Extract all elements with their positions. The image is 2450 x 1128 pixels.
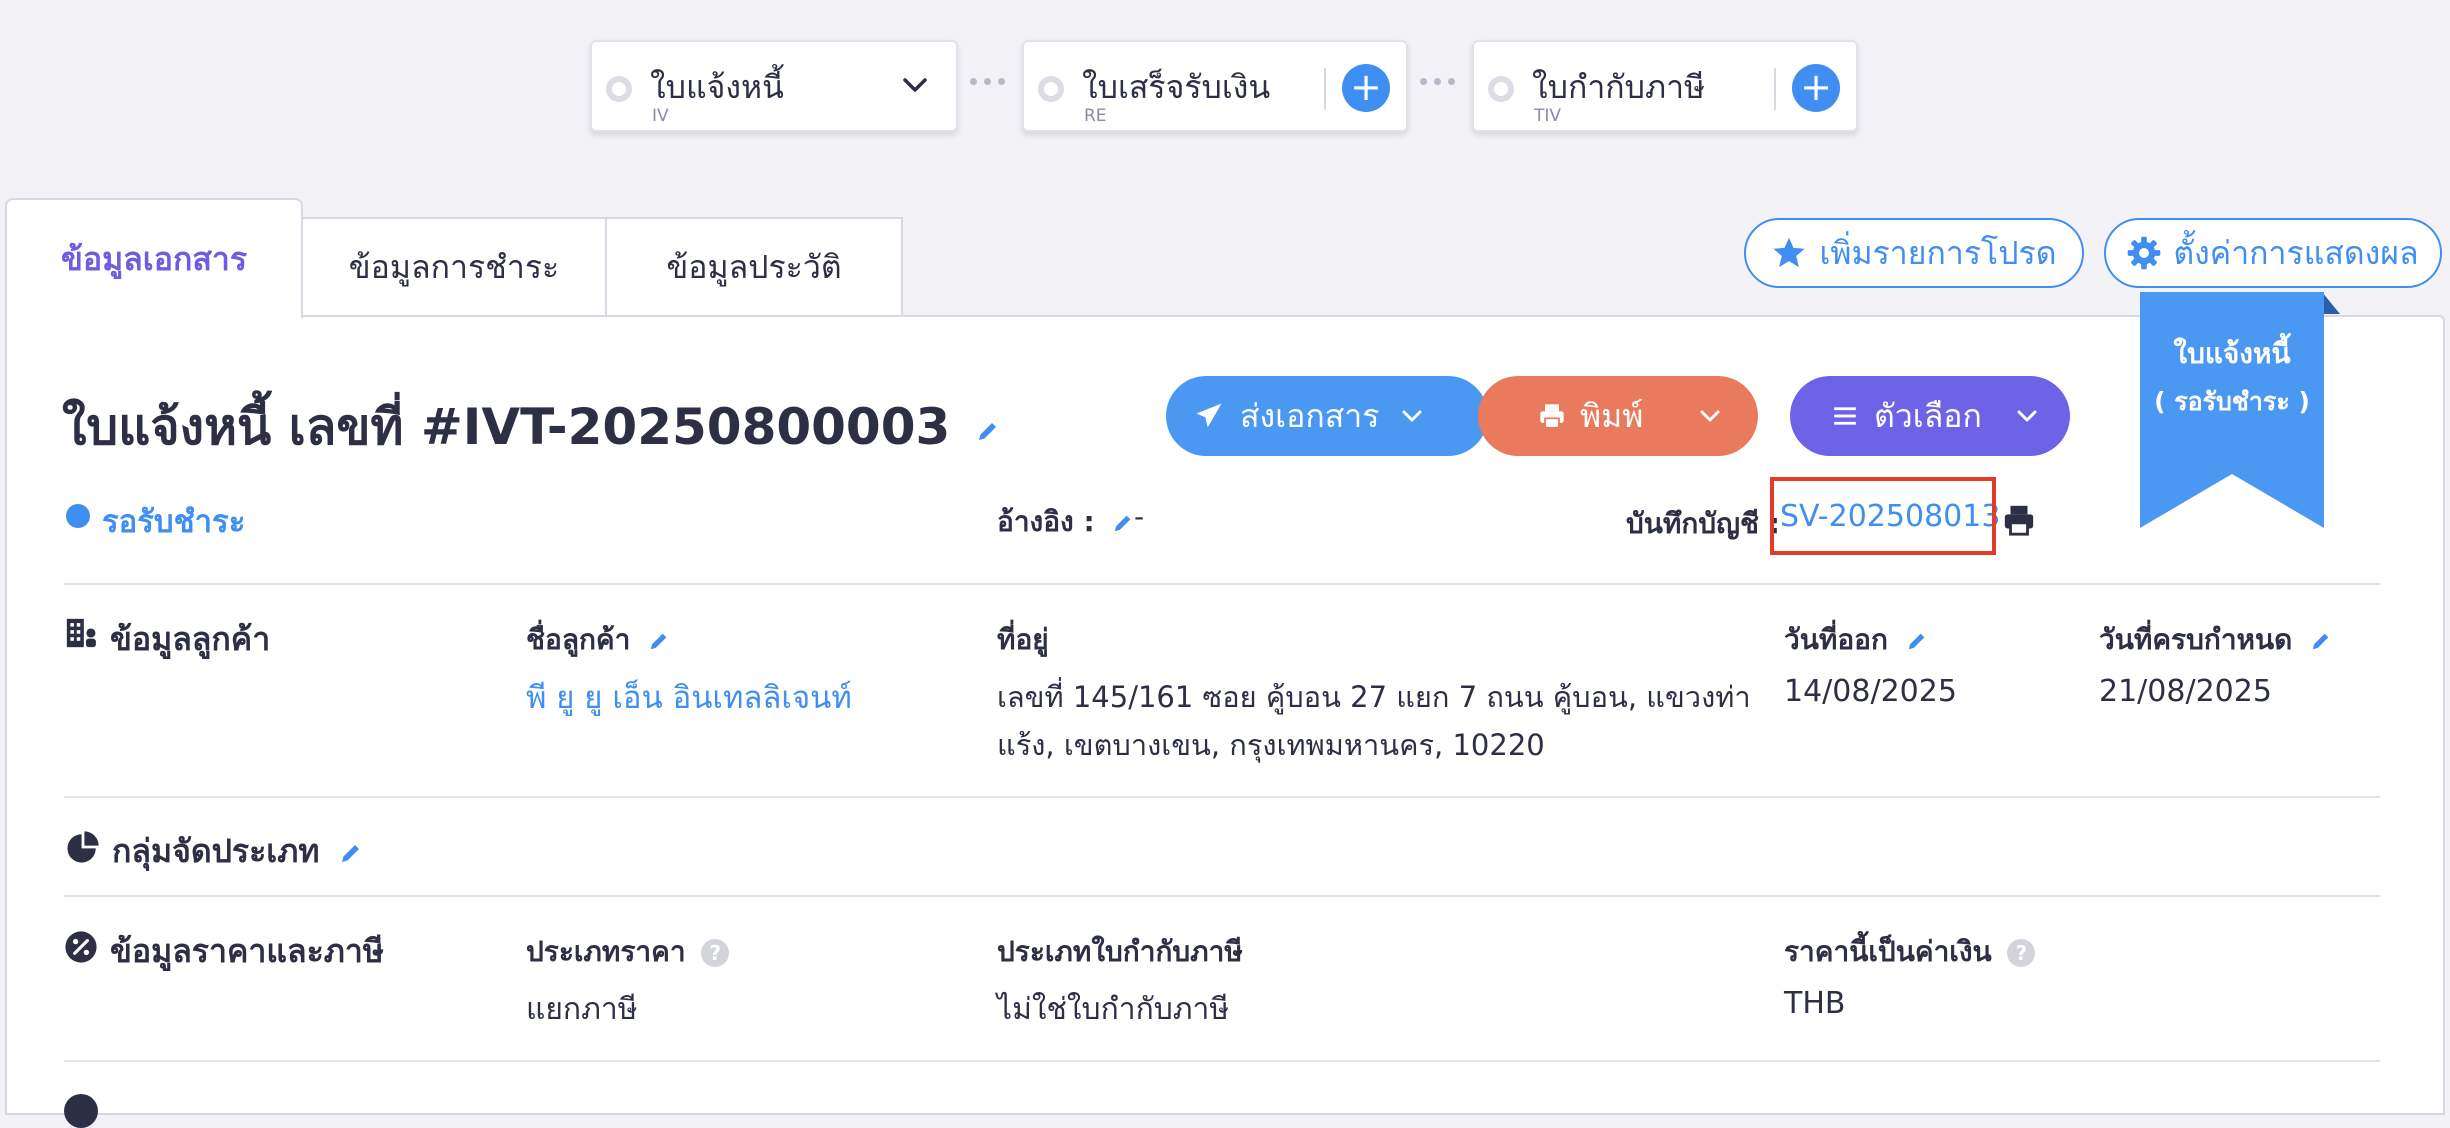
chevron-down-icon bbox=[2017, 410, 2037, 422]
currency-value: THB bbox=[1784, 986, 1846, 1021]
printer-icon bbox=[1540, 404, 1564, 429]
gear-icon bbox=[2128, 236, 2161, 270]
print-button[interactable]: พิมพ์ bbox=[1478, 376, 1758, 456]
add-favorite-button[interactable]: เพิ่มรายการโปรด bbox=[1744, 218, 2084, 288]
help-icon[interactable]: ? bbox=[701, 939, 730, 967]
ledger-label: บันทึกบัญชี : bbox=[1626, 507, 1780, 540]
due-date-label-text: วันที่ครบกำหนด bbox=[2099, 623, 2293, 656]
price-type-label-text: ประเภทราคา bbox=[526, 935, 686, 968]
flow-step-title: ใบเสร็จรับเงิน bbox=[1082, 68, 1271, 106]
address-label: ที่อยู่ bbox=[997, 623, 1049, 656]
flow-step-code: TIV bbox=[1534, 106, 1562, 126]
options-label: ตัวเลือก bbox=[1874, 396, 1982, 435]
flow-step-title: ใบแจ้งหนี้ bbox=[650, 68, 784, 106]
customer-name-label-text: ชื่อลูกค้า bbox=[526, 623, 631, 656]
category-section-title-text: กลุ่มจัดประเภท bbox=[112, 832, 320, 870]
edit-category-pencil-icon[interactable] bbox=[339, 841, 363, 865]
reference-label: อ้างอิง : bbox=[997, 500, 1134, 544]
flow-connector bbox=[1420, 78, 1455, 85]
address-line-2: แร้ง, เขตบางเขน, กรุงเทพมหานคร, 10220 bbox=[997, 728, 1545, 762]
pricing-section-title: ข้อมูลราคาและภาษี bbox=[110, 932, 384, 970]
flow-step-radio bbox=[1488, 76, 1514, 102]
flow-step-tax-invoice[interactable]: ใบกำกับภาษี TIV + bbox=[1472, 40, 1858, 132]
page-title-text: ใบแจ้งหนี้ เลขที่ #IVT-20250800003 bbox=[62, 398, 951, 456]
price-type-label: ประเภทราคา ? bbox=[526, 930, 730, 974]
divider bbox=[64, 1060, 2380, 1062]
edit-title-pencil-icon[interactable] bbox=[976, 419, 1000, 443]
tax-invoice-type-value: ไม่ใช่ใบกำกับภาษี bbox=[997, 992, 1230, 1027]
flow-step-code: RE bbox=[1084, 106, 1107, 126]
print-label: พิมพ์ bbox=[1580, 396, 1644, 435]
flow-step-receipt[interactable]: ใบเสร็จรับเงิน RE + bbox=[1022, 40, 1408, 132]
reference-label-text: อ้างอิง : bbox=[997, 505, 1095, 538]
tab-payment-info[interactable]: ข้อมูลการชำระ bbox=[301, 217, 607, 315]
tab-document-info[interactable]: ข้อมูลเอกสาร bbox=[5, 198, 303, 318]
edit-due-date-pencil-icon[interactable] bbox=[2310, 630, 2332, 652]
add-receipt-button[interactable]: + bbox=[1342, 64, 1390, 112]
issue-date-value: 14/08/2025 bbox=[1784, 674, 1957, 709]
add-tax-invoice-button[interactable]: + bbox=[1792, 64, 1840, 112]
flow-step-code: IV bbox=[652, 106, 669, 126]
divider bbox=[64, 583, 2380, 585]
next-section-icon bbox=[64, 1094, 98, 1128]
tab-history-info[interactable]: ข้อมูลประวัติ bbox=[605, 217, 903, 315]
percent-badge-icon bbox=[65, 931, 97, 963]
status-badge: รอรับชำระ bbox=[102, 504, 246, 540]
edit-issue-date-pencil-icon[interactable] bbox=[1906, 630, 1928, 652]
issue-date-label-text: วันที่ออก bbox=[1784, 623, 1888, 656]
edit-customer-pencil-icon[interactable] bbox=[648, 630, 670, 652]
address-line-1: เลขที่ 145/161 ซอย คู้บอน 27 แยก 7 ถนน ค… bbox=[997, 680, 1751, 714]
flow-connector bbox=[970, 78, 1005, 85]
display-settings-button[interactable]: ตั้งค่าการแสดงผล bbox=[2104, 218, 2442, 288]
issue-date-label: วันที่ออก bbox=[1784, 618, 1928, 662]
tab-label: ข้อมูลประวัติ bbox=[666, 248, 842, 286]
divider bbox=[64, 796, 2380, 798]
flow-step-radio bbox=[606, 76, 632, 102]
due-date-value: 21/08/2025 bbox=[2099, 674, 2272, 709]
customer-section-title: ข้อมูลลูกค้า bbox=[110, 620, 271, 658]
ribbon-doc-type: ใบแจ้งหนี้ bbox=[2173, 337, 2291, 370]
help-icon[interactable]: ? bbox=[2007, 939, 2036, 967]
price-type-value: แยกภาษี bbox=[526, 992, 638, 1027]
tab-label: ข้อมูลการชำระ bbox=[348, 248, 560, 286]
chevron-down-icon bbox=[1700, 410, 1720, 422]
flow-step-radio bbox=[1038, 76, 1064, 102]
display-settings-label: ตั้งค่าการแสดงผล bbox=[2173, 233, 2419, 272]
customer-name-link[interactable]: พี ยู ยู เอ็น อินเทลลิเจนท์ bbox=[526, 672, 852, 722]
ribbon-status: ( รอรับชำระ ) bbox=[2154, 387, 2310, 416]
flow-step-separator bbox=[1324, 68, 1326, 110]
page-title: ใบแจ้งหนี้ เลขที่ #IVT-20250800003 bbox=[62, 388, 1000, 467]
chevron-down-icon bbox=[1402, 410, 1422, 422]
star-icon bbox=[1773, 237, 1806, 268]
customer-name-label: ชื่อลูกค้า bbox=[526, 618, 670, 662]
print-ledger-printer-icon[interactable] bbox=[2002, 503, 2036, 537]
building-icon bbox=[66, 618, 96, 648]
reference-value: - bbox=[1134, 500, 1145, 533]
flow-step-separator bbox=[1774, 68, 1776, 110]
currency-label: ราคานี้เป็นค่าเงิน ? bbox=[1784, 930, 2036, 974]
category-section-title: กลุ่มจัดประเภท bbox=[112, 826, 363, 877]
add-favorite-label: เพิ่มรายการโปรด bbox=[1819, 233, 2057, 272]
currency-label-text: ราคานี้เป็นค่าเงิน bbox=[1784, 935, 1992, 968]
flow-step-invoice[interactable]: ใบแจ้งหนี้ IV bbox=[590, 40, 958, 132]
send-document-button[interactable]: ส่งเอกสาร bbox=[1166, 376, 1488, 456]
paper-plane-icon bbox=[1196, 403, 1222, 428]
send-document-label: ส่งเอกสาร bbox=[1240, 396, 1380, 435]
status-dot bbox=[66, 504, 90, 528]
tab-label: ข้อมูลเอกสาร bbox=[60, 240, 247, 278]
ribbon-fold bbox=[2322, 292, 2340, 314]
menu-icon bbox=[1834, 407, 1856, 425]
chevron-down-icon[interactable] bbox=[900, 70, 930, 100]
due-date-label: วันที่ครบกำหนด bbox=[2099, 618, 2332, 662]
divider bbox=[64, 895, 2380, 897]
edit-reference-pencil-icon[interactable] bbox=[1112, 512, 1134, 534]
pie-chart-icon bbox=[67, 831, 99, 863]
options-button[interactable]: ตัวเลือก bbox=[1790, 376, 2070, 456]
ledger-highlight-box bbox=[1770, 477, 1996, 555]
tax-invoice-type-label: ประเภทใบกำกับภาษี bbox=[997, 935, 1243, 968]
